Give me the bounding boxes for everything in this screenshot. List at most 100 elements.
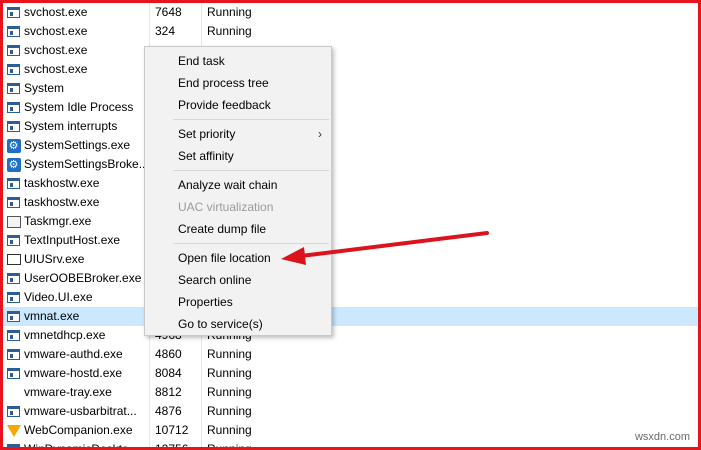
chevron-right-icon: › [318,127,322,141]
process-pid: 4876 [149,402,201,421]
table-row[interactable]: svchost.exe [3,41,698,60]
app-window-icon [6,290,21,305]
table-row[interactable]: Video.UI.exe [3,288,698,307]
process-pid: 4860 [149,345,201,364]
menu-item-search-online[interactable]: Search online [145,269,331,291]
process-name: svchost.exe [24,5,88,19]
table-row[interactable]: vmware-usbarbitrat... 4876 Running [3,402,698,421]
menu-item-set-priority[interactable]: Set priority › [145,123,331,145]
table-row[interactable]: UserOOBEBroker.exe [3,269,698,288]
menu-separator [173,243,329,244]
process-status: Running [201,402,291,421]
gear-icon: ⚙ [6,157,21,172]
process-name: taskhostw.exe [24,176,100,190]
menu-item-provide-feedback[interactable]: Provide feedback [145,94,331,116]
table-row[interactable]: ⚙ SystemSettingsBroke... [3,155,698,174]
process-name: WebCompanion.exe [24,423,133,437]
process-status: Running [201,364,291,383]
table-row[interactable]: svchost.exe 324 Running [3,22,698,41]
table-row[interactable]: System [3,79,698,98]
process-list: svchost.exe 7648 Running svchost.exe 324 Runn… [3,3,698,450]
process-name: vmware-hostd.exe [24,366,123,380]
table-row[interactable]: WinDynamicDeskto... 12756 Running [3,440,698,450]
app-window-icon [6,24,21,39]
app-window-icon [6,81,21,96]
menu-item-open-file-location[interactable]: Open file location [145,247,331,269]
table-row[interactable]: WebCompanion.exe 10712 Running [3,421,698,440]
menu-item-set-affinity[interactable]: Set affinity [145,145,331,167]
process-name: svchost.exe [24,62,88,76]
process-name: System interrupts [24,119,118,133]
table-row[interactable]: vmware-authd.exe 4860 Running [3,345,698,364]
app-window-icon [6,62,21,77]
process-pid: 8084 [149,364,201,383]
process-name: vmnat.exe [24,309,80,323]
process-name: vmware-authd.exe [24,347,123,361]
app-window-icon [6,404,21,419]
menu-item-go-to-services[interactable]: Go to service(s) [145,313,331,335]
app-window-icon [6,176,21,191]
app-window-icon [6,309,21,324]
menu-item-end-task[interactable]: End task [145,50,331,72]
table-row[interactable]: ⚙ SystemSettings.exe [3,136,698,155]
process-name: vmware-usbarbitrat... [24,404,137,418]
table-row[interactable]: taskhostw.exe [3,193,698,212]
process-status: Running [201,383,291,402]
table-row[interactable]: System interrupts [3,117,698,136]
screenshot-frame: svchost.exe 7648 Running svchost.exe 324 Runn… [0,0,701,450]
menu-item-uac-virtualization: UAC virtualization [178,200,274,214]
process-name: Video.UI.exe [24,290,93,304]
table-row[interactable]: taskhostw.exe [3,174,698,193]
app-window-icon [6,43,21,58]
process-status: Running [201,22,291,41]
menu-item-end-process-tree[interactable]: End process tree [145,72,331,94]
process-pid: 324 [149,22,201,41]
app-window-icon [6,119,21,134]
app-window-icon [6,233,21,248]
process-pid: 8812 [149,383,201,402]
table-row[interactable]: svchost.exe 7648 Running [3,3,698,22]
table-row[interactable]: vmware-tray.exe 8812 Running [3,383,698,402]
table-row[interactable]: System Idle Process [3,98,698,117]
menu-item-analyze-wait-chain[interactable]: Analyze wait chain [145,174,331,196]
table-row[interactable]: Taskmgr.exe [3,212,698,231]
process-status: Running [201,440,291,447]
process-name: vmware-tray.exe [24,385,112,399]
app-window-icon [6,328,21,343]
menu-separator [173,119,329,120]
table-row[interactable]: vmnat.exe [3,307,698,326]
table-row[interactable]: vmnetdhcp.exe4968Running [3,326,698,345]
process-name: WinDynamicDeskto... [24,442,139,450]
blank-window-icon [6,252,21,267]
process-name: TextInputHost.exe [24,233,121,247]
process-name: Taskmgr.exe [24,214,92,228]
task-manager-icon [6,214,21,229]
process-icon [6,385,21,400]
menu-item-properties[interactable]: Properties [145,291,331,313]
process-name: System [24,81,65,95]
process-name: UIUSrv.exe [24,252,85,266]
app-window-icon [6,271,21,286]
process-name: taskhostw.exe [24,195,100,209]
process-status: Running [201,345,291,364]
web-companion-icon [6,423,21,438]
process-name: svchost.exe [24,24,88,38]
process-name: SystemSettings.exe [24,138,131,152]
table-row[interactable]: svchost.exe [3,60,698,79]
app-window-icon [6,100,21,115]
process-name: System Idle Process [24,100,134,114]
table-row[interactable]: UIUSrv.exe [3,250,698,269]
process-name: UserOOBEBroker.exe [24,271,142,285]
table-row[interactable]: vmware-hostd.exe 8084 Running [3,364,698,383]
table-row[interactable]: TextInputHost.exe [3,231,698,250]
process-pid: 12756 [149,440,201,447]
process-name: svchost.exe [24,43,88,57]
process-status: Running [201,421,291,440]
process-pid: 7648 [149,3,201,22]
watermark: wsxdn.com [634,431,690,443]
gear-icon: ⚙ [6,138,21,153]
context-menu: End task End process tree Provide feedba… [144,46,332,336]
menu-item-create-dump-file[interactable]: Create dump file [145,218,331,240]
app-window-icon [6,442,21,447]
app-window-icon [6,5,21,20]
